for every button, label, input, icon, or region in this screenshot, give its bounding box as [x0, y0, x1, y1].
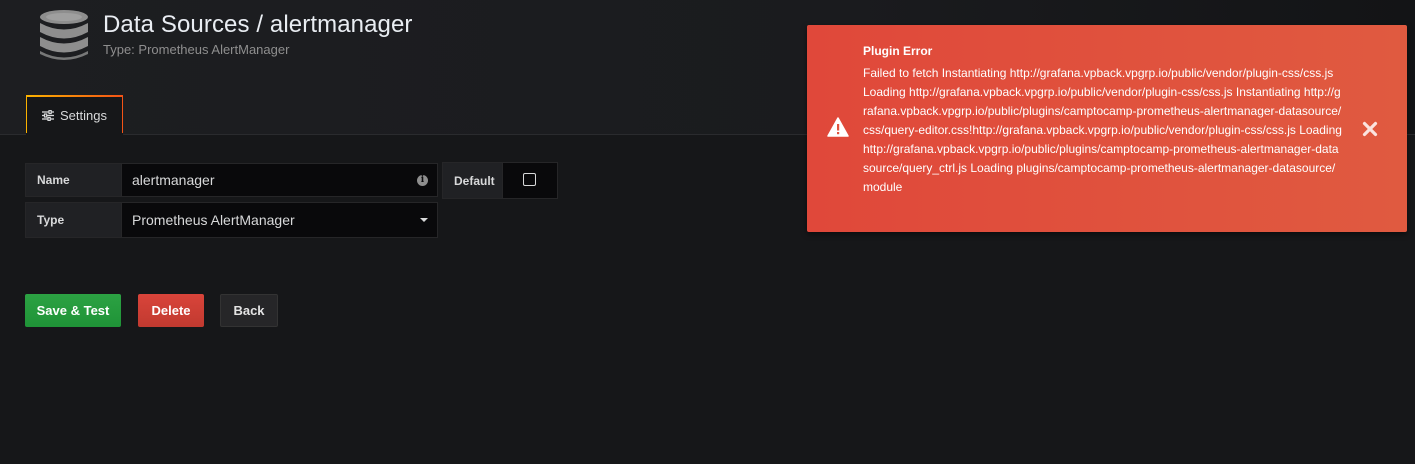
type-label: Type: [25, 202, 122, 238]
alert-message: Failed to fetch Instantiating http://gra…: [863, 66, 1342, 194]
page: Data Sources / alertmanager Type: Promet…: [0, 0, 1415, 464]
name-label-text: Name: [37, 173, 70, 187]
database-icon: [40, 10, 88, 60]
default-checkbox-container: [502, 162, 558, 199]
default-checkbox[interactable]: [523, 173, 536, 186]
type-select[interactable]: Prometheus AlertManager: [121, 202, 438, 238]
alert-title: Plugin Error: [863, 44, 933, 58]
warning-icon: [827, 117, 849, 137]
caret-down-icon: [420, 218, 428, 222]
back-button[interactable]: Back: [220, 294, 278, 327]
type-select-value: Prometheus AlertManager: [132, 212, 295, 228]
tab-settings[interactable]: Settings: [26, 95, 123, 135]
plugin-error-alert: Plugin Error Failed to fetch Instantiati…: [807, 25, 1407, 232]
page-subtitle: Type: Prometheus AlertManager: [103, 42, 290, 57]
close-icon[interactable]: [1361, 120, 1379, 138]
tab-settings-label: Settings: [60, 108, 107, 123]
default-label-text: Default: [454, 173, 495, 188]
name-label: Name: [25, 163, 122, 197]
tab-settings-content: Settings: [27, 97, 122, 134]
save-test-button[interactable]: Save & Test: [25, 294, 121, 327]
sliders-icon: [42, 110, 54, 121]
info-icon[interactable]: i: [417, 175, 428, 186]
name-input-value: alertmanager: [132, 172, 215, 188]
delete-button[interactable]: Delete: [138, 294, 204, 327]
name-input[interactable]: alertmanager i: [121, 163, 438, 197]
page-title: Data Sources / alertmanager: [103, 11, 413, 38]
default-label: Default: [442, 162, 503, 199]
type-label-text: Type: [37, 213, 65, 227]
